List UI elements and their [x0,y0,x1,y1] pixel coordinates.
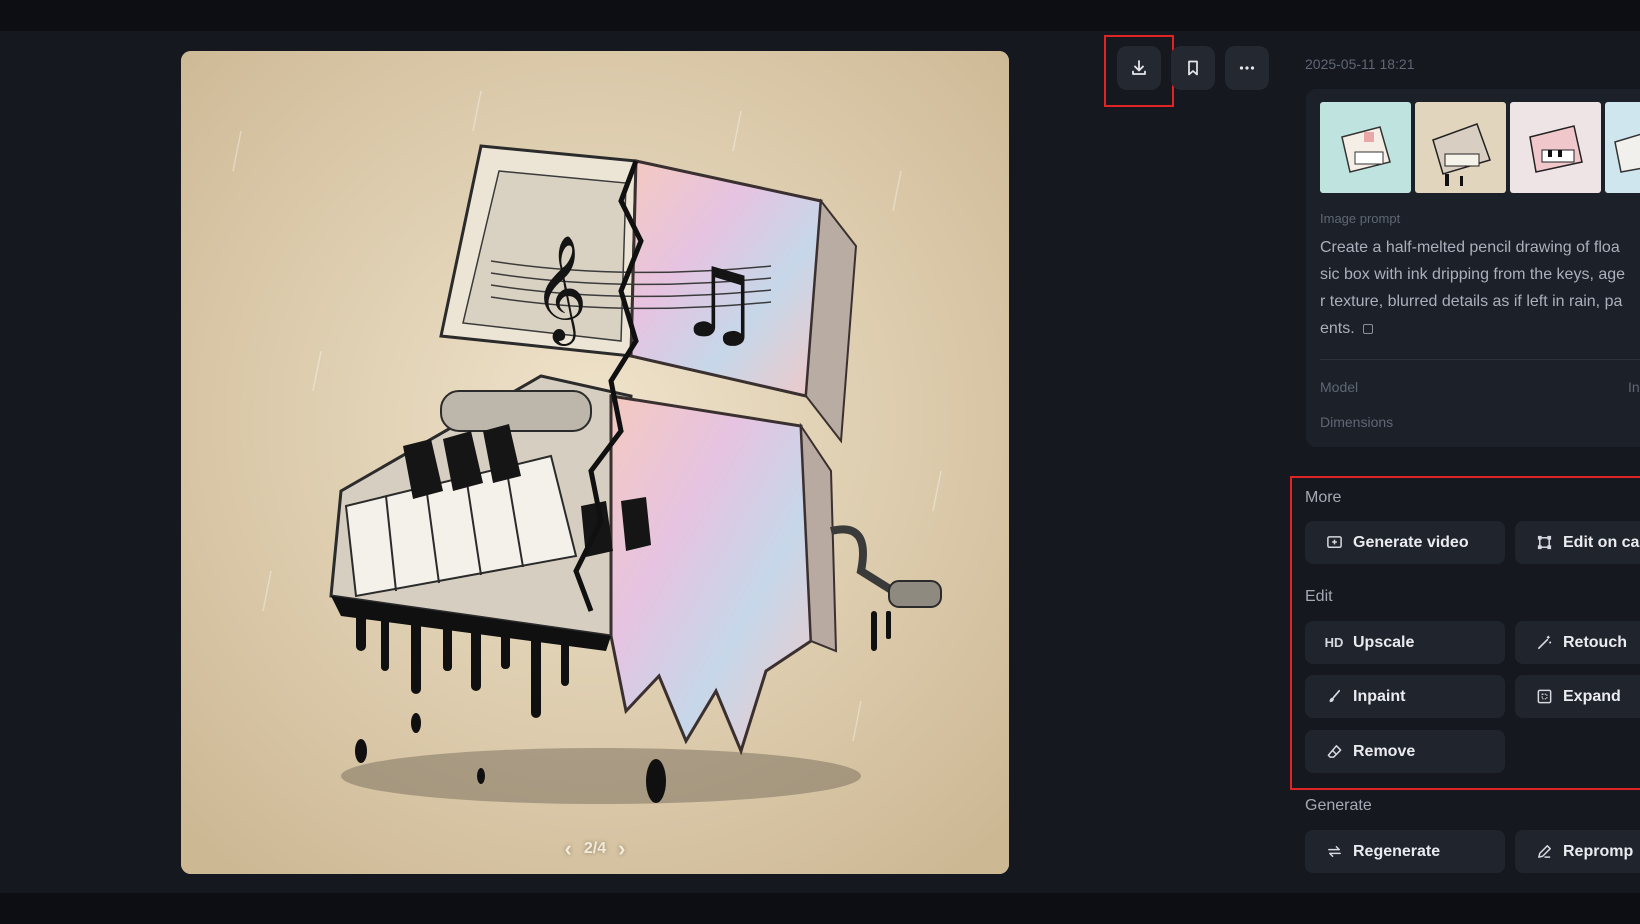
image-pager: ‹ 2/4 › [181,838,1009,860]
variant-thumbnails [1320,102,1640,193]
prompt-label: Image prompt [1320,211,1401,226]
prompt-text: Create a half-melted pencil drawing of f… [1320,234,1640,342]
bookmark-icon [1188,60,1198,76]
created-timestamp: 2025-05-11 18:21 [1305,56,1415,72]
video-plus-icon [1325,534,1343,552]
reprompt-button[interactable]: Repromp [1515,830,1640,873]
thumbnail-4[interactable] [1605,102,1640,193]
model-value: In [1628,379,1640,395]
reprompt-label: Repromp [1563,842,1634,860]
regenerate-label: Regenerate [1353,842,1441,860]
thumbnail-3[interactable] [1510,102,1601,193]
upscale-button[interactable]: HD Upscale [1305,621,1505,664]
upscale-label: Upscale [1353,633,1415,651]
regenerate-button[interactable]: Regenerate [1305,830,1505,873]
section-edit-label: Edit [1305,588,1333,605]
bottom-bar [0,893,1640,924]
dimensions-label: Dimensions [1320,414,1394,430]
magic-wand-icon [1535,634,1553,652]
remove-label: Remove [1353,742,1416,760]
inpaint-button[interactable]: Inpaint [1305,675,1505,718]
section-more-label: More [1305,489,1342,506]
more-options-button[interactable] [1225,46,1269,90]
top-bar [0,0,1640,31]
canvas-crop-icon [1535,534,1553,552]
eraser-icon [1325,743,1343,761]
edit-on-canvas-button[interactable]: Edit on ca [1515,521,1640,564]
generate-video-button[interactable]: Generate video [1305,521,1505,564]
expand-label: Expand [1563,687,1621,705]
prompt-line: sic box with ink dripping from the keys,… [1320,266,1626,283]
more-horizontal-icon [1239,66,1255,70]
svg-text:𝄞: 𝄞 [533,234,587,346]
expand-icon [1535,688,1553,706]
bookmark-button[interactable] [1171,46,1215,90]
pencil-icon [1535,843,1553,861]
expand-button[interactable]: Expand [1515,675,1640,718]
section-generate-label: Generate [1305,797,1372,814]
prompt-line: ents. [1320,320,1355,337]
music-box-artwork: 𝄞 ♫ [181,51,1009,874]
regenerate-icon [1325,843,1343,861]
inpaint-label: Inpaint [1353,687,1406,705]
copy-icon[interactable] [1362,323,1373,334]
download-highlight-box [1104,35,1174,107]
hd-badge-icon: HD [1324,635,1344,650]
page-indicator: 2/4 [583,840,607,857]
generate-video-label: Generate video [1353,533,1469,551]
image-details-panel: Image prompt Create a half-melted pencil… [1306,89,1640,447]
retouch-button[interactable]: Retouch [1515,621,1640,664]
remove-button[interactable]: Remove [1305,730,1505,773]
prompt-line-last: ents. [1320,315,1640,342]
prompt-line: r texture, blurred details as if left in… [1320,293,1623,310]
model-label: Model [1320,379,1359,395]
chevron-left-icon[interactable]: ‹ [565,838,572,860]
details-divider [1320,359,1640,360]
edit-on-canvas-label: Edit on ca [1563,533,1640,551]
prompt-line: Create a half-melted pencil drawing of f… [1320,239,1620,256]
retouch-label: Retouch [1563,633,1627,651]
brush-icon [1325,688,1343,706]
svg-text:♫: ♫ [676,247,762,359]
thumbnail-2[interactable] [1415,102,1506,193]
chevron-right-icon[interactable]: › [618,838,625,860]
image-canvas[interactable]: 𝄞 ♫ ‹ 2/4 › [181,51,1009,874]
thumbnail-1[interactable] [1320,102,1411,193]
